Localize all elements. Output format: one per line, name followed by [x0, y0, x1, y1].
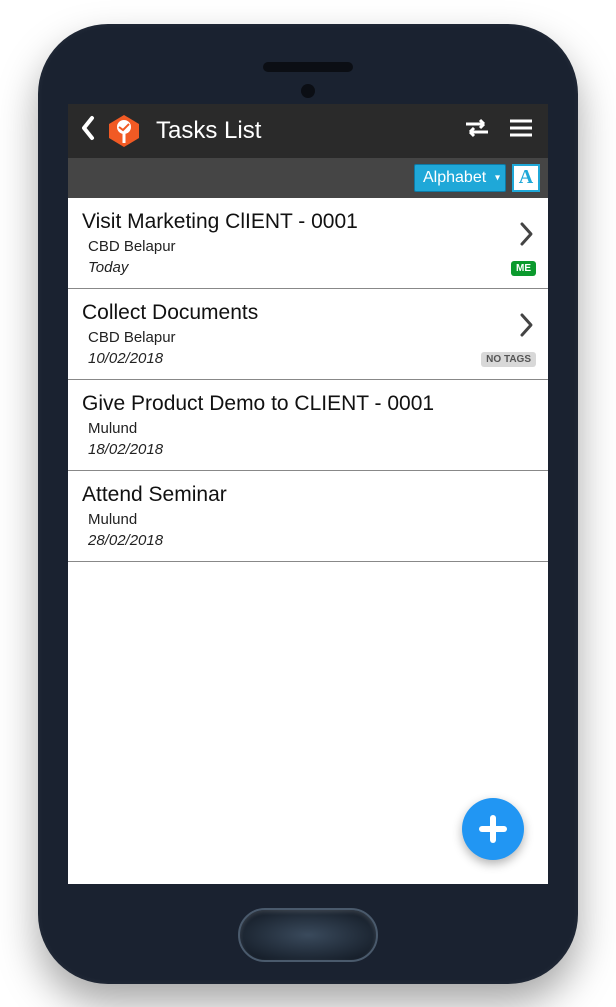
menu-button[interactable]	[504, 113, 538, 148]
back-button[interactable]	[78, 114, 98, 147]
task-row[interactable]: Collect Documents CBD Belapur 10/02/2018NO…	[68, 289, 548, 380]
task-location: Mulund	[82, 420, 534, 437]
hamburger-icon	[508, 117, 534, 139]
plus-icon	[475, 811, 511, 847]
chevron-left-icon	[78, 114, 98, 142]
sync-icon	[462, 116, 492, 140]
chevron-right-icon	[518, 220, 536, 248]
phone-home-button[interactable]	[238, 908, 378, 962]
add-task-fab[interactable]	[462, 798, 524, 860]
task-tag: ME	[511, 261, 536, 276]
task-tag: NO TAGS	[481, 352, 536, 367]
task-location: CBD Belapur	[82, 329, 534, 346]
task-title: Give Product Demo to CLIENT - 0001	[82, 392, 534, 416]
phone-frame: Tasks List Alphabet A	[38, 24, 578, 984]
chevron-right-icon	[518, 311, 536, 339]
task-title: Attend Seminar	[82, 483, 534, 507]
sort-select-wrap: Alphabet	[414, 164, 506, 192]
task-row[interactable]: Attend Seminar Mulund 28/02/2018	[68, 471, 548, 562]
task-row[interactable]: Give Product Demo to CLIENT - 0001 Mulund…	[68, 380, 548, 471]
task-date: Today	[82, 259, 534, 276]
app-screen: Tasks List Alphabet A	[68, 104, 548, 884]
task-date: 28/02/2018	[82, 532, 534, 549]
sort-bar: Alphabet A	[68, 158, 548, 198]
task-location: CBD Belapur	[82, 238, 534, 255]
sort-select[interactable]: Alphabet	[414, 164, 506, 192]
page-title: Tasks List	[156, 117, 450, 145]
task-title: Visit Marketing ClIENT - 0001	[82, 210, 534, 234]
tasks-list: Visit Marketing ClIENT - 0001 CBD Belapur…	[68, 198, 548, 884]
task-title: Collect Documents	[82, 301, 534, 325]
task-date: 18/02/2018	[82, 441, 534, 458]
task-row[interactable]: Visit Marketing ClIENT - 0001 CBD Belapur…	[68, 198, 548, 289]
app-logo-icon	[106, 113, 142, 149]
app-header: Tasks List	[68, 104, 548, 158]
task-date: 10/02/2018	[82, 350, 534, 367]
alpha-filter-button[interactable]: A	[512, 164, 540, 192]
task-location: Mulund	[82, 511, 534, 528]
refresh-button[interactable]	[458, 112, 496, 149]
phone-speaker	[263, 62, 353, 72]
phone-sensor	[301, 84, 315, 98]
